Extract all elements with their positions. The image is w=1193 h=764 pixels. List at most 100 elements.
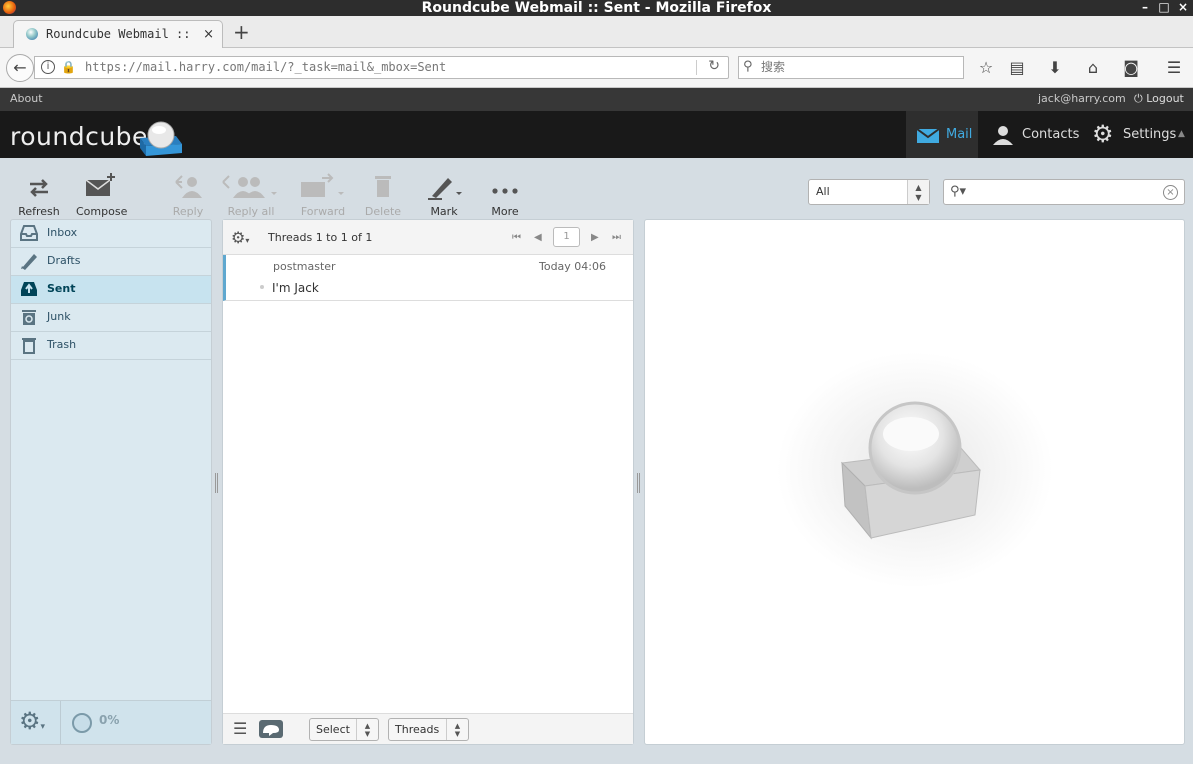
search-icon: ⚲ bbox=[743, 59, 753, 74]
refresh-icon bbox=[30, 179, 48, 197]
folder-label: Inbox bbox=[47, 226, 78, 239]
back-button[interactable]: ← bbox=[6, 54, 34, 82]
message-row[interactable]: postmaster Today 04:06 I'm Jack bbox=[223, 255, 633, 301]
filter-value: All bbox=[816, 185, 830, 198]
home-icon[interactable]: ⌂ bbox=[1082, 58, 1104, 77]
folder-trash[interactable]: Trash bbox=[11, 332, 211, 360]
search-options-icon[interactable]: ⚲▾ bbox=[950, 184, 966, 199]
info-icon[interactable]: i bbox=[41, 60, 55, 74]
nav-settings[interactable]: ⚙ Settings bbox=[1082, 111, 1177, 158]
read-status-icon[interactable] bbox=[260, 285, 264, 289]
folder-inbox[interactable]: Inbox bbox=[11, 220, 211, 248]
maximize-button[interactable]: □ bbox=[1156, 0, 1172, 15]
drafts-icon bbox=[21, 254, 37, 270]
roundcube-logo-icon bbox=[140, 121, 182, 156]
browser-tab[interactable]: Roundcube Webmail :: Sent × bbox=[13, 20, 223, 68]
prev-page-icon[interactable]: ◀ bbox=[534, 220, 542, 255]
nav-contacts[interactable]: Contacts bbox=[978, 111, 1082, 158]
nav-mail-label: Mail bbox=[946, 127, 973, 142]
folder-splitter[interactable] bbox=[215, 473, 218, 493]
reading-list-icon[interactable]: ▤ bbox=[1006, 58, 1028, 77]
more-label: More bbox=[491, 205, 519, 218]
folder-list: Inbox Drafts Sent Junk Trash ⚙▾ 0% bbox=[10, 219, 212, 745]
compose-icon bbox=[85, 173, 115, 196]
new-tab-button[interactable]: + bbox=[233, 22, 250, 42]
forward-label: Forward bbox=[300, 205, 346, 218]
pager: ⏮ ◀ 1 ▶ ⏭ bbox=[508, 220, 628, 255]
more-button[interactable]: More bbox=[486, 172, 524, 218]
logout-button[interactable]: ⏻ Logout bbox=[1134, 88, 1184, 110]
message-subject: I'm Jack bbox=[272, 281, 319, 295]
threads-view-icon[interactable] bbox=[259, 720, 283, 738]
roundcube-watermark-icon bbox=[777, 352, 1053, 588]
mark-icon bbox=[428, 178, 462, 200]
search-placeholder: 搜索 bbox=[761, 60, 786, 74]
list-view-icon[interactable]: ☰ bbox=[233, 719, 247, 738]
list-options-icon[interactable]: ⚙▾ bbox=[231, 220, 249, 258]
reply-label: Reply bbox=[172, 205, 204, 218]
junk-icon bbox=[22, 310, 36, 325]
roundcube-favicon-icon bbox=[26, 28, 38, 40]
url-text[interactable]: https://mail.harry.com/mail/?_task=mail&… bbox=[85, 57, 446, 78]
reply-icon bbox=[175, 175, 202, 198]
url-bar[interactable]: i 🔒 https://mail.harry.com/mail/?_task=m… bbox=[34, 56, 729, 79]
download-icon[interactable]: ⬇ bbox=[1044, 58, 1066, 77]
lock-icon[interactable]: 🔒 bbox=[61, 60, 76, 74]
threads-dropdown[interactable]: Threads ▲ ▼ bbox=[388, 718, 469, 741]
minimize-button[interactable]: – bbox=[1137, 0, 1153, 15]
logo-text[interactable]: roundcube bbox=[10, 122, 148, 151]
forward-button[interactable]: Forward bbox=[298, 172, 348, 218]
select-dropdown[interactable]: Select ▲ ▼ bbox=[309, 718, 379, 741]
folder-actions-icon[interactable]: ⚙▾ bbox=[19, 707, 45, 735]
delete-icon bbox=[375, 176, 391, 197]
browser-search-input[interactable]: ⚲ 搜索 bbox=[738, 56, 964, 79]
mark-button[interactable]: Mark bbox=[422, 172, 466, 218]
menu-icon[interactable]: ☰ bbox=[1163, 58, 1185, 77]
clear-search-icon[interactable]: × bbox=[1163, 185, 1178, 200]
reply-all-button[interactable]: Reply all bbox=[220, 172, 282, 218]
mail-search-input[interactable]: ⚲▾ × bbox=[943, 179, 1185, 205]
filter-select[interactable]: All ▲ ▼ bbox=[808, 179, 930, 205]
nav-contacts-label: Contacts bbox=[1022, 127, 1080, 142]
message-list-footer: ☰ Select ▲ ▼ Threads ▲ ▼ bbox=[223, 713, 633, 744]
pocket-icon[interactable]: ◙ bbox=[1120, 58, 1142, 77]
refresh-button[interactable]: Refresh bbox=[18, 172, 60, 218]
refresh-label: Refresh bbox=[18, 205, 60, 218]
preview-pane bbox=[644, 219, 1185, 745]
delete-button[interactable]: Delete bbox=[364, 172, 402, 218]
url-divider bbox=[696, 60, 697, 75]
next-page-icon[interactable]: ▶ bbox=[591, 220, 599, 255]
list-splitter[interactable] bbox=[637, 473, 640, 493]
username-label: jack@harry.com bbox=[1038, 92, 1126, 105]
close-window-button[interactable]: × bbox=[1175, 0, 1191, 15]
inbox-icon bbox=[20, 225, 38, 241]
firefox-logo-icon bbox=[3, 1, 16, 14]
bookmark-star-icon[interactable]: ☆ bbox=[975, 58, 997, 77]
threads-label: Threads bbox=[395, 723, 440, 736]
close-tab-button[interactable]: × bbox=[203, 21, 214, 48]
about-link[interactable]: About bbox=[10, 88, 43, 110]
folder-label: Junk bbox=[47, 310, 71, 323]
reply-all-icon bbox=[222, 175, 277, 198]
compose-button[interactable]: Compose bbox=[76, 172, 127, 218]
nav-mail[interactable]: Mail bbox=[906, 111, 978, 158]
quota-icon bbox=[72, 713, 92, 733]
collapse-header-icon[interactable]: ▲ bbox=[1178, 111, 1193, 158]
select-arrows-icon: ▲ ▼ bbox=[907, 180, 929, 204]
folder-label: Trash bbox=[47, 338, 77, 351]
folder-footer: ⚙▾ 0% bbox=[11, 700, 211, 744]
footer-divider bbox=[60, 701, 61, 744]
page-number-input[interactable]: 1 bbox=[553, 227, 580, 247]
first-page-icon[interactable]: ⏮ bbox=[512, 220, 521, 255]
reload-icon[interactable]: ↻ bbox=[708, 58, 720, 74]
last-page-icon[interactable]: ⏭ bbox=[612, 220, 621, 255]
folder-label: Drafts bbox=[47, 254, 81, 267]
folder-drafts[interactable]: Drafts bbox=[11, 248, 211, 276]
folder-junk[interactable]: Junk bbox=[11, 304, 211, 332]
forward-icon bbox=[301, 173, 344, 197]
reply-button[interactable]: Reply bbox=[168, 172, 208, 218]
folder-sent[interactable]: Sent bbox=[11, 276, 211, 304]
thread-count-label: Threads 1 to 1 of 1 bbox=[268, 231, 373, 244]
navigation-bar: ← i 🔒 https://mail.harry.com/mail/?_task… bbox=[0, 48, 1193, 88]
delete-label: Delete bbox=[364, 205, 402, 218]
